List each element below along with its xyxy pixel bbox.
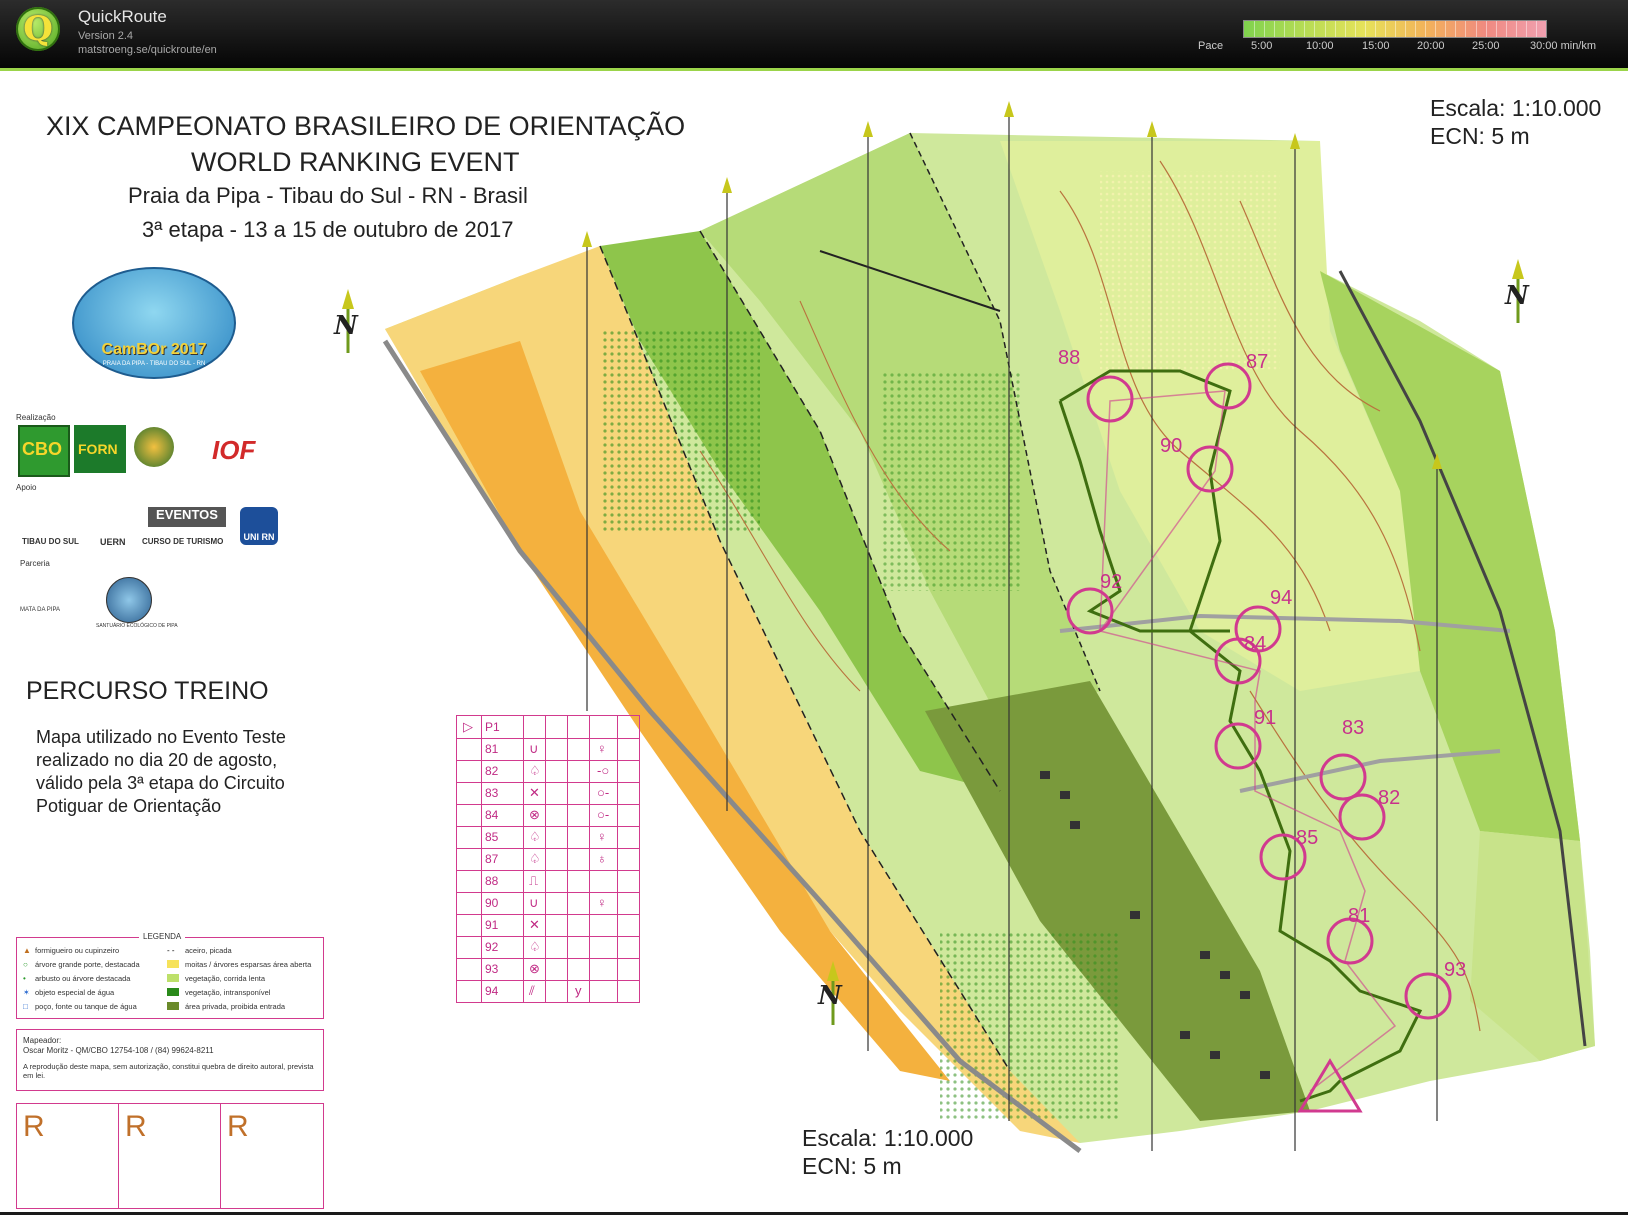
water-feature-icon: ✶ [23,988,30,997]
section-parceria: Parceria [20,559,50,568]
table-row: 83 ✕ ○- [457,782,639,805]
pace-tick: 20:00 [1417,40,1445,52]
scale-label-bottom: Escala: 1:10.000 [802,1125,974,1151]
private-area-icon [167,1002,179,1010]
r-box: R [17,1104,119,1208]
eventos-logo: EVENTOS [148,507,226,527]
anthill-icon: ▲ [23,946,31,955]
map-location: Praia da Pipa - Tibau do Sul - RN - Bras… [128,183,528,208]
start-triangle-icon: ▷ [463,719,473,734]
north-label: N [1505,281,1529,311]
contour-interval-label: ECN: 5 m [1430,123,1530,149]
rental-boxes: R R R [16,1103,324,1209]
control-number: 83 [1342,717,1365,739]
control-number: 82 [1378,787,1401,809]
cambor-2017-logo: CamBOr 2017 PRAIA DA PIPA - TIBAU DO SUL… [72,267,236,379]
cbo-logo: CBO [18,425,70,477]
table-row: 92 ♤ [457,936,639,959]
table-row: 93 ⊗ [457,958,639,981]
control-number: 92 [1100,571,1123,593]
section-realizacao: Realização [16,413,56,422]
table-row: 91 ✕ [457,914,639,937]
scale-label: Escala: 1:10.000 [1430,95,1602,121]
control-number: 88 [1058,347,1081,369]
app-header: Q QuickRoute Version 2.4 matstroeng.se/q… [0,0,1628,68]
app-url[interactable]: matstroeng.se/quickroute/en [78,44,217,56]
quickroute-logo-icon: Q [16,7,60,51]
map-note: Mapa utilizado no Evento Teste realizado… [36,727,286,816]
bush-icon: • [23,974,26,983]
table-row: 88 ⎍ [457,870,639,893]
path-icon: - - [167,946,175,955]
santuario-logo [106,577,152,623]
contour-interval-label-bottom: ECN: 5 m [802,1153,902,1179]
control-number: 93 [1444,959,1467,981]
club-logo [134,427,174,467]
table-row: 87 ♤ ♁ [457,848,639,871]
control-number: 87 [1246,351,1269,373]
control-description-table: ▷ P1 81 ∪ ♀ 82 ♤ -○ 83 ✕ ○- 84 ⊗ ○- 85 ♤ ♀ 87 ♤ ♁ 88… [456,715,640,1003]
pace-tick: 5:00 [1251,40,1273,52]
uern-logo: UERN [100,537,126,547]
table-row: 90 ∪ ♀ [457,892,639,915]
map-legend: LEGENDA formigueiro ou cupinzeiro árvore… [16,932,324,1019]
pace-tick: 15:00 [1362,40,1390,52]
large-tree-icon: ○ [23,960,28,969]
impassable-icon [167,988,179,996]
map-dates: 3ª etapa - 13 a 15 de outubro de 2017 [142,217,514,242]
table-row: 82 ♤ -○ [457,760,639,783]
course-title: PERCURSO TREINO [26,677,269,705]
turismo-label: CURSO DE TURISMO [142,537,224,546]
santuario-label: SANTUÁRIO ECOLÓGICO DE PIPA [96,623,178,629]
control-number: 84 [1244,633,1267,655]
table-row: 84 ⊗ ○- [457,804,639,827]
table-row: 85 ♤ ♀ [457,826,639,849]
iof-logo: IOF [212,435,256,465]
table-row: 94 ⫽ y [485,983,582,998]
r-box: R [119,1104,221,1208]
pace-label: Pace [1198,40,1224,52]
pace-tick: 30:00 min/km [1530,40,1597,52]
tibau-logo: TIBAU DO SUL [22,537,79,546]
section-apoio: Apoio [16,483,37,492]
app-title: QuickRoute [78,7,167,26]
map-title: XIX CAMPEONATO BRASILEIRO DE ORIENTAÇÃO [46,111,686,141]
mapper-credits: Mapeador: Oscar Moritz - QM/CBO 12754-10… [16,1029,324,1091]
slow-run-icon [167,974,179,982]
mata-pipa-logo: MATA DA PIPA [20,607,61,613]
table-row: ▷ P1 [457,716,639,739]
control-number: 81 [1348,905,1371,927]
orienteering-map[interactable]: XIX CAMPEONATO BRASILEIRO DE ORIENTAÇÃO … [0,68,1628,1212]
r-box: R [227,1110,249,1143]
north-label: N [818,981,842,1011]
app-version: Version 2.4 [78,30,134,42]
unirn-logo: UNI RN [240,507,278,545]
control-number: 94 [1270,587,1293,609]
well-icon: □ [23,1002,28,1011]
pace-color-scale [1243,20,1547,38]
map-subtitle: WORLD RANKING EVENT [191,147,520,177]
control-number: 91 [1254,707,1277,729]
scattered-bush-icon [167,960,179,968]
control-number: 85 [1296,827,1319,849]
control-number: 90 [1160,435,1183,457]
pace-tick: 10:00 [1306,40,1334,52]
north-label: N [334,311,358,341]
forn-logo: FORN [74,425,126,473]
pace-tick: 25:00 [1472,40,1500,52]
table-row: 81 ∪ ♀ [457,738,639,761]
